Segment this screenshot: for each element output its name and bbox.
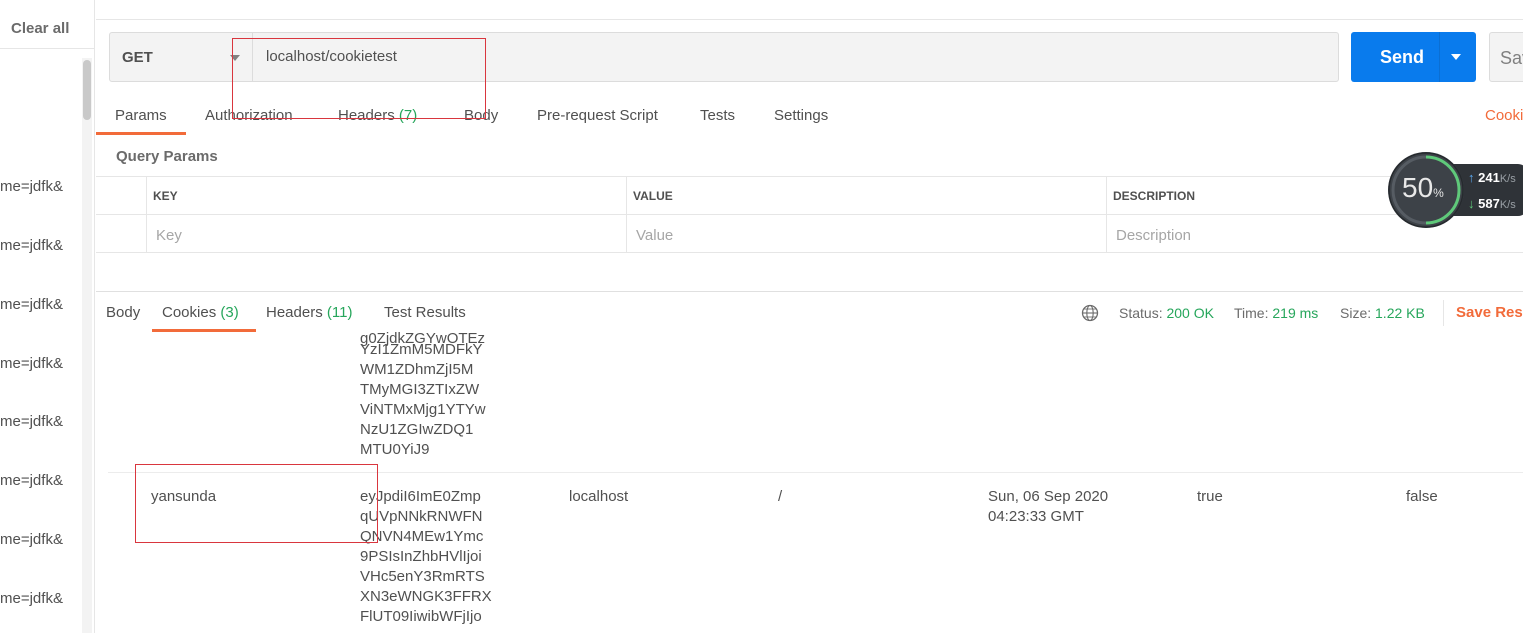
key-input[interactable]: Key <box>156 227 182 244</box>
cookie-value: eyJpdiI6ImE0Zmp qUVpNNkRNWFN QNVN4MEw1Ym… <box>360 488 492 625</box>
resp-headers-count: (11) <box>326 304 353 321</box>
active-tab-indicator <box>96 132 186 135</box>
history-sidebar: Clear all me=jdfk& me=jdfk& me=jdfk& me=… <box>0 0 95 633</box>
status-readout: Status: 200 OK <box>1119 305 1214 321</box>
annotation-box-url <box>232 38 486 119</box>
cookies-link[interactable]: Cooki <box>1485 107 1523 124</box>
column-header-key: KEY <box>153 189 178 203</box>
cookies-count: (3) <box>220 304 239 321</box>
status-label: Status: <box>1119 305 1163 321</box>
save-response-divider <box>1443 300 1444 326</box>
size-label: Size: <box>1340 305 1372 321</box>
upload-value: 241 <box>1478 170 1500 185</box>
response-divider <box>96 291 1523 292</box>
tab-params[interactable]: Params <box>115 107 167 124</box>
top-strip <box>96 0 1523 20</box>
column-divider <box>626 177 627 253</box>
save-label: Sav <box>1500 48 1523 68</box>
method-label: GET <box>122 49 153 66</box>
speed-percent-value: 50 <box>1402 172 1434 203</box>
description-input[interactable]: Description <box>1116 227 1191 244</box>
globe-icon[interactable] <box>1081 304 1099 322</box>
size-readout: Size: 1.22 KB <box>1340 305 1425 321</box>
time-value: 219 ms <box>1272 305 1319 321</box>
upload-unit: K/s <box>1499 173 1516 185</box>
chevron-down-icon <box>1451 54 1461 60</box>
clear-all-button[interactable]: Clear all <box>11 20 69 37</box>
query-params-title: Query Params <box>116 148 218 165</box>
time-label: Time: <box>1234 305 1269 321</box>
history-item[interactable]: me=jdfk& <box>0 237 63 254</box>
time-readout: Time: 219 ms <box>1234 305 1318 321</box>
cookie-path: / <box>778 488 783 505</box>
download-value: 587 <box>1478 196 1500 211</box>
query-params-table: KEY VALUE DESCRIPTION Key Value Descript… <box>96 176 1523 254</box>
network-speed-widget[interactable]: 50% ↑ 241K/s ↓ 587K/s <box>1388 152 1523 228</box>
cookie-http-only: true <box>1197 488 1223 505</box>
tab-tests[interactable]: Tests <box>700 107 735 124</box>
history-item[interactable]: me=jdfk& <box>0 531 63 548</box>
download-speed: ↓ 587K/s <box>1468 196 1516 211</box>
column-divider <box>146 177 147 253</box>
sidebar-scrollbar-track[interactable] <box>82 58 92 633</box>
history-item[interactable]: me=jdfk& <box>0 472 63 489</box>
send-button[interactable]: Send <box>1351 32 1448 82</box>
tab-test-results[interactable]: Test Results <box>384 304 466 321</box>
arrow-down-icon: ↓ <box>1468 196 1475 211</box>
column-header-description: DESCRIPTION <box>1113 189 1196 203</box>
cookie-expires-date: Sun, 06 Sep 2020 <box>988 488 1109 505</box>
tab-response-cookies[interactable]: Cookies (3) <box>162 304 239 321</box>
download-unit: K/s <box>1499 199 1516 211</box>
status-value: 200 OK <box>1166 305 1214 321</box>
size-value: 1.22 KB <box>1375 305 1425 321</box>
speed-percent: 50% <box>1402 172 1444 204</box>
sidebar-divider <box>0 48 95 49</box>
cookie-value-cutoff <box>360 627 490 633</box>
cookie-expires-time: 04:23:33 GMT <box>988 508 1084 525</box>
history-item[interactable]: me=jdfk& <box>0 413 63 430</box>
arrow-up-icon: ↑ <box>1468 170 1475 185</box>
history-item[interactable]: me=jdfk& <box>0 590 63 607</box>
annotation-box-cookie-name <box>135 464 378 543</box>
tab-cookies-label: Cookies <box>162 304 217 321</box>
value-input[interactable]: Value <box>636 227 673 244</box>
tab-settings[interactable]: Settings <box>774 107 828 124</box>
sidebar-scrollbar-thumb[interactable] <box>83 60 91 120</box>
table-header-row <box>96 177 1523 215</box>
save-response-button[interactable]: Save Resp <box>1456 304 1523 321</box>
speed-percent-sign: % <box>1433 186 1444 200</box>
column-divider <box>1106 177 1107 253</box>
history-item[interactable]: me=jdfk& <box>0 178 63 195</box>
save-button[interactable]: Sav <box>1489 32 1523 82</box>
table-row <box>96 215 1523 253</box>
cookie-value-previous: YzI1ZmM5MDFkY WM1ZDhmZjI5M TMyMGI3ZTIxZW… <box>360 341 486 458</box>
tab-response-headers[interactable]: Headers (11) <box>266 304 352 321</box>
tab-response-body[interactable]: Body <box>106 304 140 321</box>
history-item[interactable]: me=jdfk& <box>0 355 63 372</box>
column-header-value: VALUE <box>633 189 673 203</box>
tab-pre-request-script[interactable]: Pre-request Script <box>537 107 658 124</box>
cookie-secure: false <box>1406 488 1438 505</box>
tab-resp-headers-label: Headers <box>266 304 323 321</box>
upload-speed: ↑ 241K/s <box>1468 170 1516 185</box>
cookie-domain: localhost <box>569 488 629 505</box>
send-label: Send <box>1380 47 1425 67</box>
history-item[interactable]: me=jdfk& <box>0 296 63 313</box>
